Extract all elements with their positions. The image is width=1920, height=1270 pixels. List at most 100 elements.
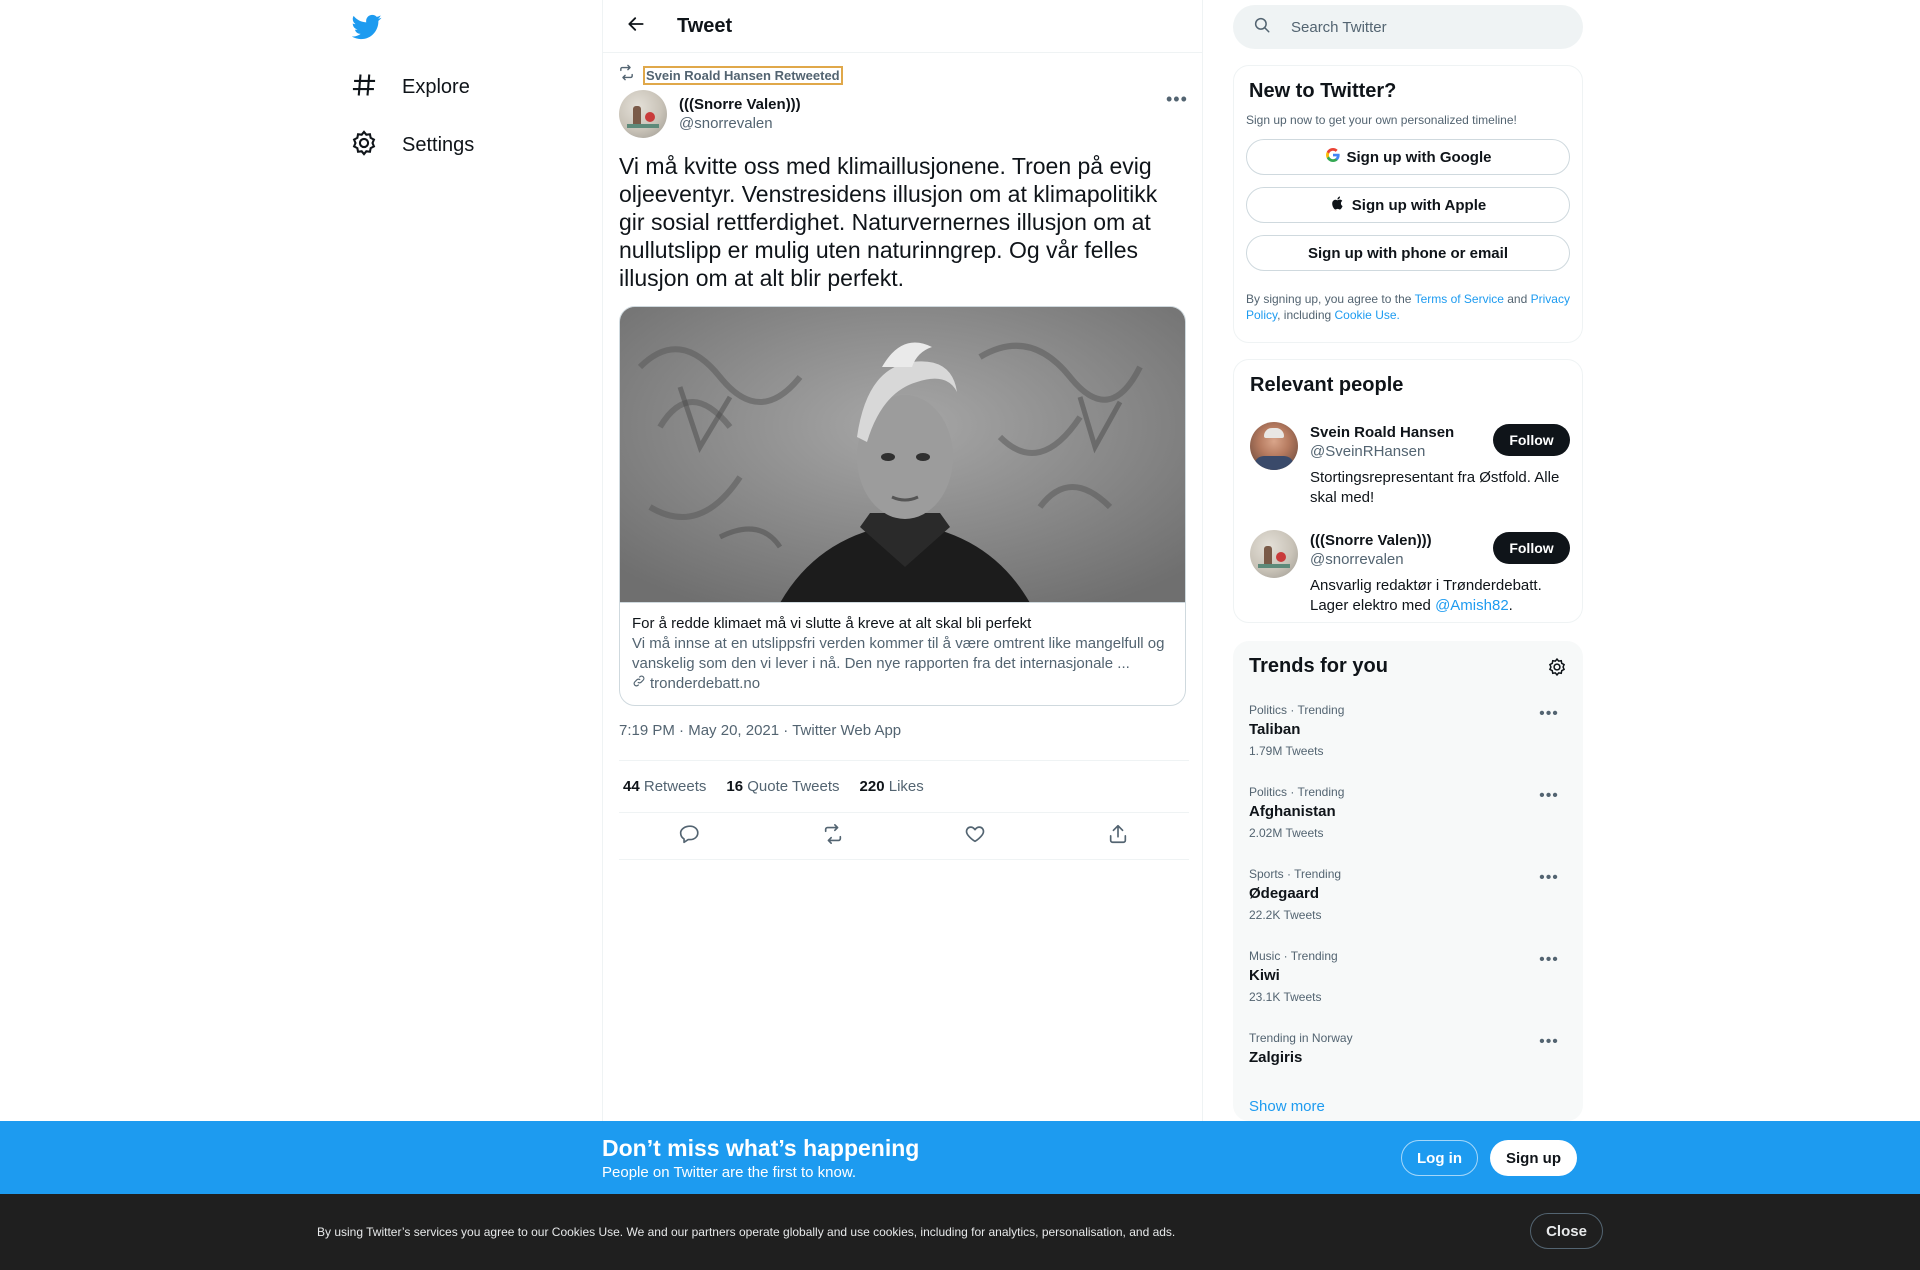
search-bar[interactable] [1233,5,1583,49]
card-title: For å redde klimaet må vi slutte å kreve… [632,615,1032,632]
like-icon[interactable] [964,823,986,850]
page-title: Tweet [677,14,733,37]
trend-context: Sports · Trending [1249,867,1342,881]
share-icon[interactable] [1107,823,1129,850]
likes-label: Likes [888,778,924,795]
search-icon [1253,16,1271,39]
apple-icon [1330,195,1352,215]
signup-legal: By signing up, you agree to the Terms of… [1246,291,1570,323]
trend-name: Kiwi [1249,967,1280,984]
new-to-twitter-title: New to Twitter? [1249,80,1397,102]
retweets-count: 44 [623,778,640,795]
quotes-stat[interactable]: 16 Quote Tweets [726,778,839,795]
nav-label-settings: Settings [402,133,475,156]
avatar[interactable] [619,90,667,138]
trends-title: Trends for you [1249,655,1388,677]
link-icon [632,674,650,692]
card-domain: tronderdebatt.no [632,674,1173,692]
legal-prefix: By signing up, you agree to the [1246,292,1415,306]
tweet-stats: 44 Retweets 16 Quote Tweets 220 Likes [619,760,1189,813]
trend-count: 22.2K Tweets [1249,908,1322,922]
google-icon [1325,147,1347,167]
follow-button[interactable]: Follow [1493,424,1570,456]
card-domain-text: tronderdebatt.no [650,674,761,692]
trend-item[interactable]: Politics · Trending Afghanistan 2.02M Tw… [1249,785,1569,840]
more-options-icon[interactable]: ••• [1166,90,1187,114]
retweet-context: Svein Roald Hansen Retweeted [618,64,843,86]
search-input[interactable] [1291,18,1551,36]
signup-google-label: Sign up with Google [1346,148,1492,166]
more-options-icon[interactable]: ••• [1539,869,1559,886]
legal-including: , including [1277,308,1335,322]
avatar[interactable] [1250,422,1298,470]
hashtag-icon [350,71,378,104]
trend-item[interactable]: Sports · Trending Ødegaard 22.2K Tweets … [1249,867,1569,922]
relevant-people-title: Relevant people [1250,374,1404,396]
trend-context: Politics · Trending [1249,785,1345,799]
card-image [620,307,1185,603]
likes-count: 220 [859,778,885,795]
trend-item[interactable]: Trending in Norway Zalgiris ••• [1249,1031,1569,1066]
tweet-actions [619,814,1189,860]
quotes-label: Quote Tweets [747,778,840,795]
signup-phone-button[interactable]: Sign up with phone or email [1246,235,1570,271]
terms-link[interactable]: Terms of Service [1415,292,1504,306]
nav-item-settings[interactable]: Settings [350,121,474,169]
trend-item[interactable]: Music · Trending Kiwi 23.1K Tweets ••• [1249,949,1569,1004]
main-column: Tweet Svein Roald Hansen Retweeted (((Sn… [602,0,1203,1270]
trend-context: Trending in Norway [1249,1031,1353,1045]
retweets-stat[interactable]: 44 Retweets [623,778,706,795]
new-to-twitter-subtitle: Sign up now to get your own personalized… [1246,113,1517,127]
tweet-author[interactable]: (((Snorre Valen))) @snorrevalen [619,90,801,138]
reply-icon[interactable] [679,823,701,850]
new-to-twitter-panel: New to Twitter? Sign up now to get your … [1233,65,1583,343]
show-more-link[interactable]: Show more [1249,1098,1325,1115]
signup-banner: Don’t miss what’s happening People on Tw… [0,1121,1920,1194]
cookie-text: By using Twitter’s services you agree to… [317,1225,1176,1239]
back-button[interactable] [619,9,653,43]
cookie-use-link[interactable]: Cookie Use. [1335,308,1400,322]
avatar[interactable] [1250,530,1298,578]
likes-stat[interactable]: 220 Likes [860,778,924,795]
more-options-icon[interactable]: ••• [1539,951,1559,968]
gear-icon [350,129,378,162]
trend-name: Afghanistan [1249,803,1336,820]
link-card[interactable]: For å redde klimaet må vi slutte å kreve… [619,306,1186,706]
banner-subtitle: People on Twitter are the first to know. [602,1164,857,1181]
legal-and: and [1503,292,1531,306]
close-button[interactable]: Close [1530,1213,1603,1249]
retweet-action-icon[interactable] [822,823,844,850]
signup-google-button[interactable]: Sign up with Google [1246,139,1570,175]
nav-label-explore: Explore [402,75,470,98]
cookie-bar: By using Twitter’s services you agree to… [0,1194,1920,1270]
tweet-header: Tweet [603,0,1202,53]
author-handle[interactable]: @snorrevalen [679,115,801,132]
follow-button[interactable]: Follow [1493,532,1570,564]
trend-item[interactable]: Politics · Trending Taliban 1.79M Tweets… [1249,703,1569,758]
tweet-source[interactable]: Twitter Web App [792,722,901,739]
nav-item-explore[interactable]: Explore [350,63,470,111]
tweet-time: 7:19 PM [619,722,675,739]
trend-name: Ødegaard [1249,885,1320,902]
person-bio: Ansvarlig redaktør i Trønderdebatt. Lage… [1310,576,1568,616]
trend-name: Zalgiris [1249,1049,1303,1066]
retweets-label: Retweets [643,778,707,795]
more-options-icon[interactable]: ••• [1539,705,1559,722]
trend-context: Music · Trending [1249,949,1338,963]
card-description: Vi må innse at en utslippsfri verden kom… [632,635,1165,672]
more-options-icon[interactable]: ••• [1539,787,1559,804]
login-button[interactable]: Log in [1401,1140,1478,1176]
retweeted-by-link[interactable]: Svein Roald Hansen Retweeted [643,65,843,85]
twitter-logo-icon[interactable] [351,12,384,44]
tweet-timestamp[interactable]: 7:19 PM · May 20, 2021 · Twitter Web App [619,722,901,739]
more-options-icon[interactable]: ••• [1539,1033,1559,1050]
signup-apple-button[interactable]: Sign up with Apple [1246,187,1570,223]
retweet-icon [618,64,635,86]
trends-settings-icon[interactable] [1547,657,1567,677]
trend-count: 1.79M Tweets [1249,744,1324,758]
signup-button[interactable]: Sign up [1490,1140,1577,1176]
author-name[interactable]: (((Snorre Valen))) [679,96,801,113]
banner-title: Don’t miss what’s happening [602,1135,920,1161]
signup-phone-label: Sign up with phone or email [1307,244,1508,262]
bio-mention-link[interactable]: @Amish82 [1435,597,1509,614]
